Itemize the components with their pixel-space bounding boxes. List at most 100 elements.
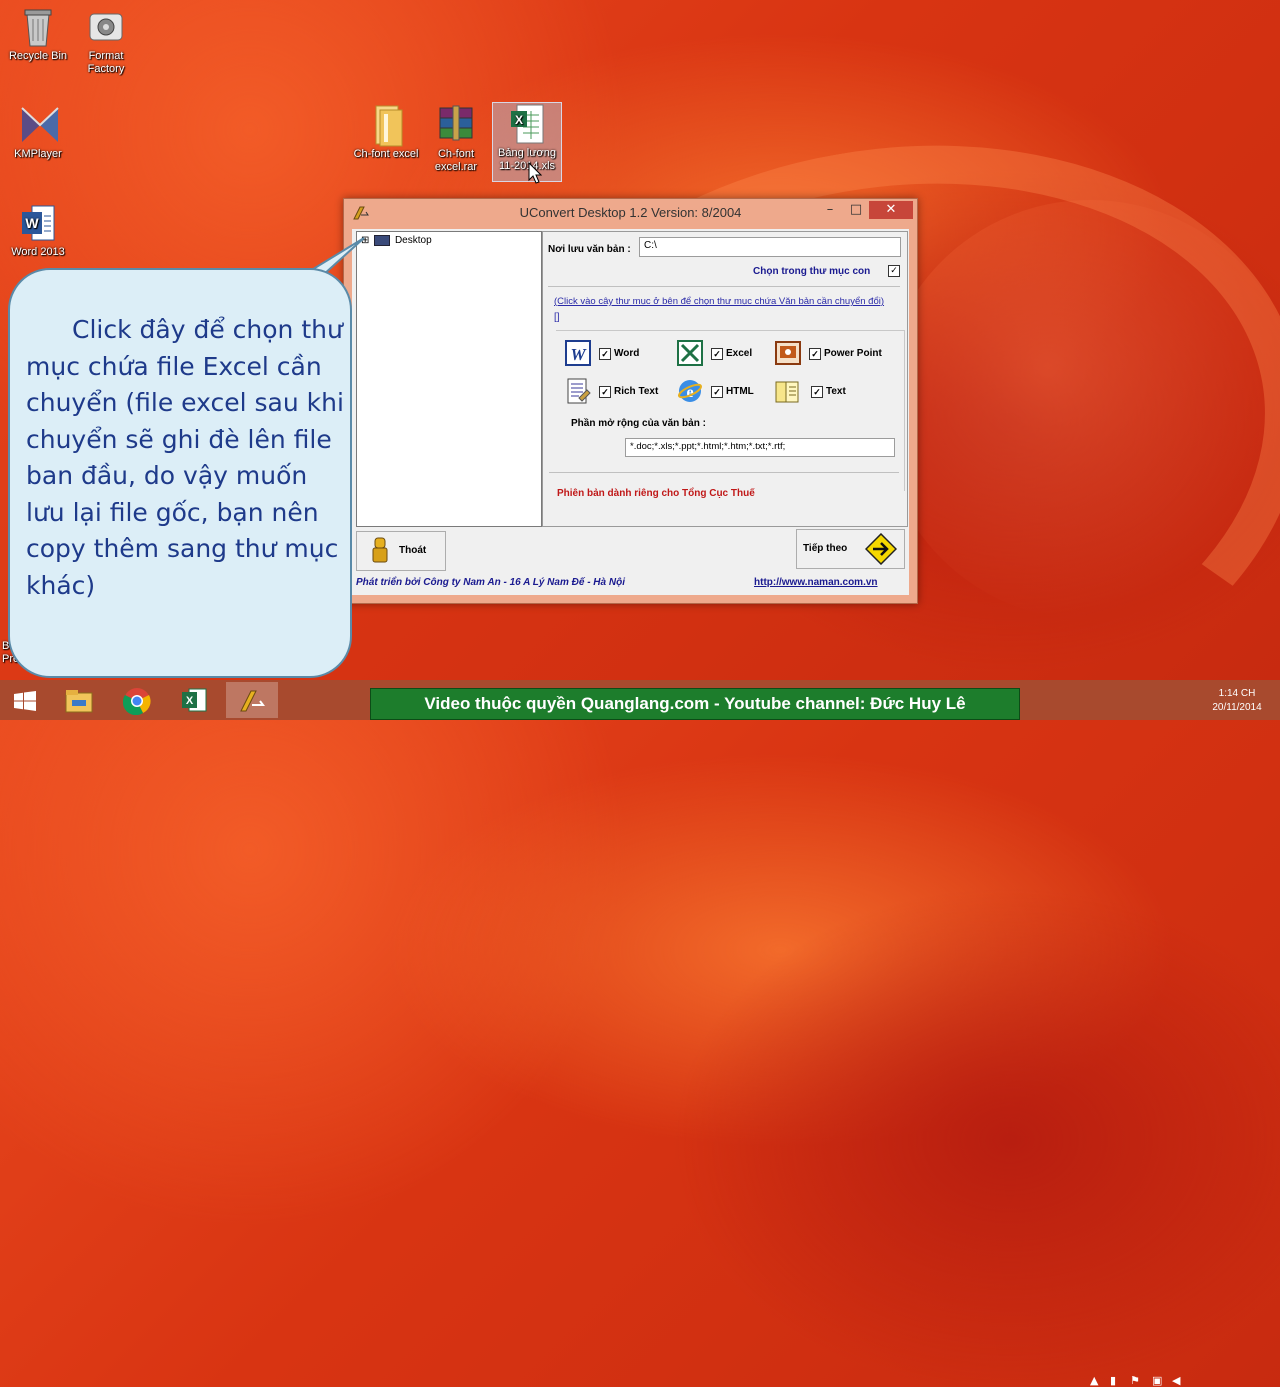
next-label: Tiếp theo — [803, 543, 848, 554]
maximize-button[interactable]: □ — [846, 201, 866, 219]
wallpaper-glow — [880, 200, 1280, 620]
excel-checkbox[interactable]: ✓ — [711, 348, 723, 360]
window-client-area: ⊞ Desktop Nơi lưu văn bản : C:\ Chọn tro… — [352, 229, 909, 595]
richtext-checkbox[interactable]: ✓ — [599, 386, 611, 398]
format-label: HTML — [726, 386, 754, 397]
footer-link[interactable]: http://www.naman.com.vn — [754, 577, 878, 588]
format-label: Rich Text — [614, 386, 659, 397]
taskbar-file-explorer[interactable] — [52, 682, 104, 718]
desktop-icon-label: Ch-font excel.rar — [434, 148, 478, 173]
clock-time: 1:14 CH — [1218, 688, 1256, 699]
tray-chevron-icon[interactable]: ▲ — [1090, 1374, 1098, 1387]
html-checkbox[interactable]: ✓ — [711, 386, 723, 398]
extension-label: Phần mở rộng của văn bản : — [571, 418, 706, 429]
mouse-pointer-icon — [528, 161, 543, 188]
start-button[interactable] — [2, 682, 46, 718]
desktop-icon-ch-font-excel-rar[interactable]: Ch-font excel.rar — [418, 104, 494, 174]
winrar-archive-icon — [436, 104, 476, 144]
hint-marker: [] — [554, 312, 560, 323]
minimize-button[interactable]: – — [820, 201, 840, 219]
excel-icon: X — [181, 687, 207, 717]
subfolder-checkbox[interactable]: ✓ — [888, 265, 900, 277]
html-icon: e — [677, 378, 703, 404]
taskbar-excel[interactable]: X — [168, 682, 220, 718]
folder-tree[interactable]: ⊞ Desktop — [356, 231, 542, 527]
word-icon: W — [18, 202, 58, 242]
extension-input[interactable]: *.doc;*.xls;*.ppt;*.html;*.htm;*.txt;*.r… — [625, 438, 895, 457]
format-label: Word — [614, 348, 640, 359]
uconvert-window: UConvert Desktop 1.2 Version: 8/2004 – □… — [343, 198, 918, 604]
kmplayer-icon — [18, 104, 59, 144]
save-location-input[interactable]: C:\ — [639, 237, 901, 257]
format-option-powerpoint[interactable]: ✓ Power Point — [775, 340, 905, 370]
window-titlebar[interactable]: UConvert Desktop 1.2 Version: 8/2004 – □… — [344, 199, 917, 227]
text-checkbox[interactable]: ✓ — [811, 386, 823, 398]
exit-icon — [371, 536, 389, 569]
desktop-folder-icon — [374, 235, 391, 246]
folder-hint-text: (Click vào cây thư mục ở bên để chọn thư… — [554, 296, 885, 307]
format-option-excel[interactable]: ✓ Excel — [677, 340, 777, 370]
format-option-text[interactable]: ✓ Text — [773, 378, 873, 408]
tray-network-icon[interactable]: ▮ — [1110, 1374, 1116, 1387]
desktop-icon-label: Format Factory — [87, 50, 125, 75]
desktop-icon-label: KMPlayer — [14, 148, 62, 160]
text-icon — [773, 378, 799, 404]
svg-text:W: W — [25, 215, 39, 231]
format-option-html[interactable]: e ✓ HTML — [677, 378, 777, 408]
tree-item-label: Desktop — [394, 235, 432, 247]
format-label: Excel — [726, 348, 753, 359]
word-checkbox[interactable]: ✓ — [599, 348, 611, 360]
desktop-icon-label: Recycle Bin — [8, 50, 68, 62]
tray-flag-icon[interactable]: ⚑ — [1130, 1374, 1140, 1387]
folder-icon — [366, 104, 406, 147]
callout-text: Click đây để chọn thư mục chứa file Exce… — [26, 315, 344, 600]
clock-date: 20/11/2014 — [1212, 702, 1262, 713]
svg-text:X: X — [515, 113, 523, 127]
richtext-icon — [565, 378, 591, 404]
powerpoint-checkbox[interactable]: ✓ — [809, 348, 821, 360]
save-location-label: Nơi lưu văn bản : — [548, 244, 631, 255]
desktop-icon-label: Bảng lương 11-2014.xls — [498, 147, 557, 172]
desktop-icon-bang-luong-xls[interactable]: X Bảng lương 11-2014.xls — [492, 102, 562, 182]
excel-file-icon: X — [507, 103, 547, 144]
format-label: Text — [826, 386, 846, 397]
settings-panel: Nơi lưu văn bản : C:\ Chọn trong thư mục… — [542, 231, 908, 527]
divider — [549, 472, 899, 473]
powerpoint-icon — [775, 340, 801, 366]
excel-icon — [677, 340, 703, 366]
desktop-icon-label: Word 2013 — [11, 246, 65, 258]
next-button[interactable]: Tiếp theo — [796, 529, 905, 569]
format-option-richtext[interactable]: ✓ Rich Text — [565, 378, 675, 408]
desktop-icon-label: Ch-font excel — [353, 148, 419, 160]
tray-network-icon[interactable]: ▣ — [1152, 1374, 1162, 1387]
close-button[interactable]: ✕ — [869, 201, 913, 219]
taskbar-chrome[interactable] — [110, 682, 162, 718]
exit-label: Thoát — [399, 545, 427, 556]
desktop-icon-format-factory[interactable]: Format Factory — [68, 6, 144, 76]
desktop-icon-recycle-bin[interactable]: Recycle Bin — [0, 6, 76, 63]
desktop-icon-kmplayer[interactable]: KMPlayer — [0, 104, 76, 161]
system-clock[interactable]: 1:14 CH 20/11/2014 — [1202, 687, 1272, 715]
recycle-bin-icon — [18, 6, 58, 47]
footer-credit: Phát triển bởi Công ty Nam An - 16 A Lý … — [356, 577, 625, 588]
format-factory-icon — [86, 6, 126, 46]
desktop-icon-word-2013[interactable]: W Word 2013 — [0, 202, 76, 259]
edition-note: Phiên bản dành riêng cho Tổng Cục Thuế — [557, 488, 755, 499]
instruction-callout: Click đây để chọn thư mục chứa file Exce… — [8, 268, 352, 678]
tree-item-desktop[interactable]: ⊞ Desktop — [361, 235, 432, 246]
taskbar-uconvert[interactable] — [226, 682, 278, 718]
format-option-word[interactable]: W ✓ Word — [565, 340, 665, 370]
video-copyright-banner: Video thuộc quyền Quanglang.com - Youtub… — [370, 688, 1020, 720]
windows-logo-icon — [14, 691, 36, 715]
subfolder-label: Chọn trong thư mục con — [753, 266, 871, 277]
chrome-icon — [122, 687, 151, 719]
arrow-right-icon — [864, 532, 898, 568]
format-label: Power Point — [824, 348, 882, 359]
svg-text:X: X — [186, 695, 194, 707]
tray-volume-icon[interactable]: ◀ — [1172, 1374, 1180, 1387]
divider — [548, 286, 900, 287]
svg-text:W: W — [570, 345, 587, 364]
exit-button[interactable]: Thoát — [356, 531, 446, 571]
desktop-icon-ch-font-excel-folder[interactable]: Ch-font excel — [348, 104, 424, 161]
word-icon: W — [565, 340, 591, 366]
